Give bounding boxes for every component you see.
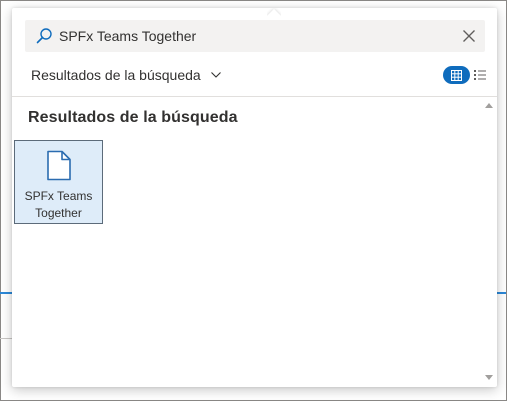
document-icon <box>47 150 71 181</box>
header-divider <box>12 96 497 97</box>
scroll-up-arrow-icon[interactable] <box>485 103 493 108</box>
grid-view-button[interactable] <box>443 66 470 84</box>
search-input[interactable] <box>59 20 439 52</box>
search-scope-dropdown[interactable]: Resultados de la búsqueda <box>31 65 222 85</box>
search-scope-label: Resultados de la búsqueda <box>31 67 201 83</box>
search-icon <box>36 28 52 44</box>
background-divider <box>0 338 12 339</box>
close-icon[interactable] <box>461 28 477 44</box>
results-heading: Resultados de la búsqueda <box>28 109 238 126</box>
list-icon[interactable] <box>472 67 488 83</box>
grid-icon <box>451 69 462 81</box>
scrollbar[interactable] <box>481 98 497 385</box>
background-accent-line-right <box>497 292 506 294</box>
result-tile[interactable]: SPFx Teams Together <box>14 140 103 224</box>
background-accent-line-left <box>0 292 12 294</box>
search-callout-panel: Resultados de la búsqueda Resultados de … <box>12 8 497 387</box>
search-box[interactable] <box>25 20 485 52</box>
scroll-down-arrow-icon[interactable] <box>485 375 493 380</box>
chevron-down-icon <box>210 72 221 78</box>
callout-beak <box>267 8 281 16</box>
result-tile-label: SPFx Teams Together <box>24 189 93 220</box>
view-toggle <box>443 66 490 84</box>
